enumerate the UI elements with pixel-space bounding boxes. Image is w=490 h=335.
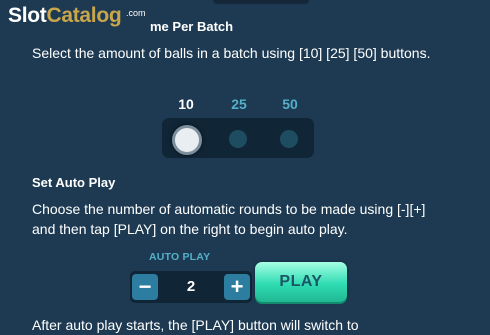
batch-option-50[interactable]: 50 xyxy=(270,96,310,112)
batch-option-25[interactable]: 25 xyxy=(219,96,259,112)
batch-description: Select the amount of balls in a batch us… xyxy=(32,45,431,61)
logo-com-text: .com xyxy=(126,8,146,18)
slider-knob[interactable] xyxy=(172,125,202,155)
plus-button[interactable]: + xyxy=(224,274,250,300)
play-button[interactable]: PLAY xyxy=(255,262,347,302)
auto-play-stepper: − 2 + xyxy=(130,271,252,303)
auto-play-description: Choose the number of automatic rounds to… xyxy=(32,201,426,237)
slider-stop-25[interactable] xyxy=(229,130,247,148)
top-panel-edge xyxy=(213,0,309,4)
logo-slot-text: Slot xyxy=(8,4,47,27)
minus-button[interactable]: − xyxy=(132,274,158,300)
auto-play-value: 2 xyxy=(186,278,196,295)
auto-play-label: AUTO PLAY xyxy=(149,251,211,263)
cut-off-help-text: After auto play starts, the [PLAY] butto… xyxy=(32,317,359,333)
batch-option-labels: 10 25 50 xyxy=(166,96,314,114)
logo-catalog-text: Catalog xyxy=(46,4,122,27)
slotcatalog-watermark-logo: SlotCatalog .com xyxy=(8,4,146,44)
auto-play-section-title: Set Auto Play xyxy=(32,175,116,190)
batch-size-slider[interactable] xyxy=(162,118,314,158)
slider-stop-50[interactable] xyxy=(280,130,298,148)
batch-section-title: me Per Batch xyxy=(150,19,234,34)
batch-option-10[interactable]: 10 xyxy=(166,96,206,112)
